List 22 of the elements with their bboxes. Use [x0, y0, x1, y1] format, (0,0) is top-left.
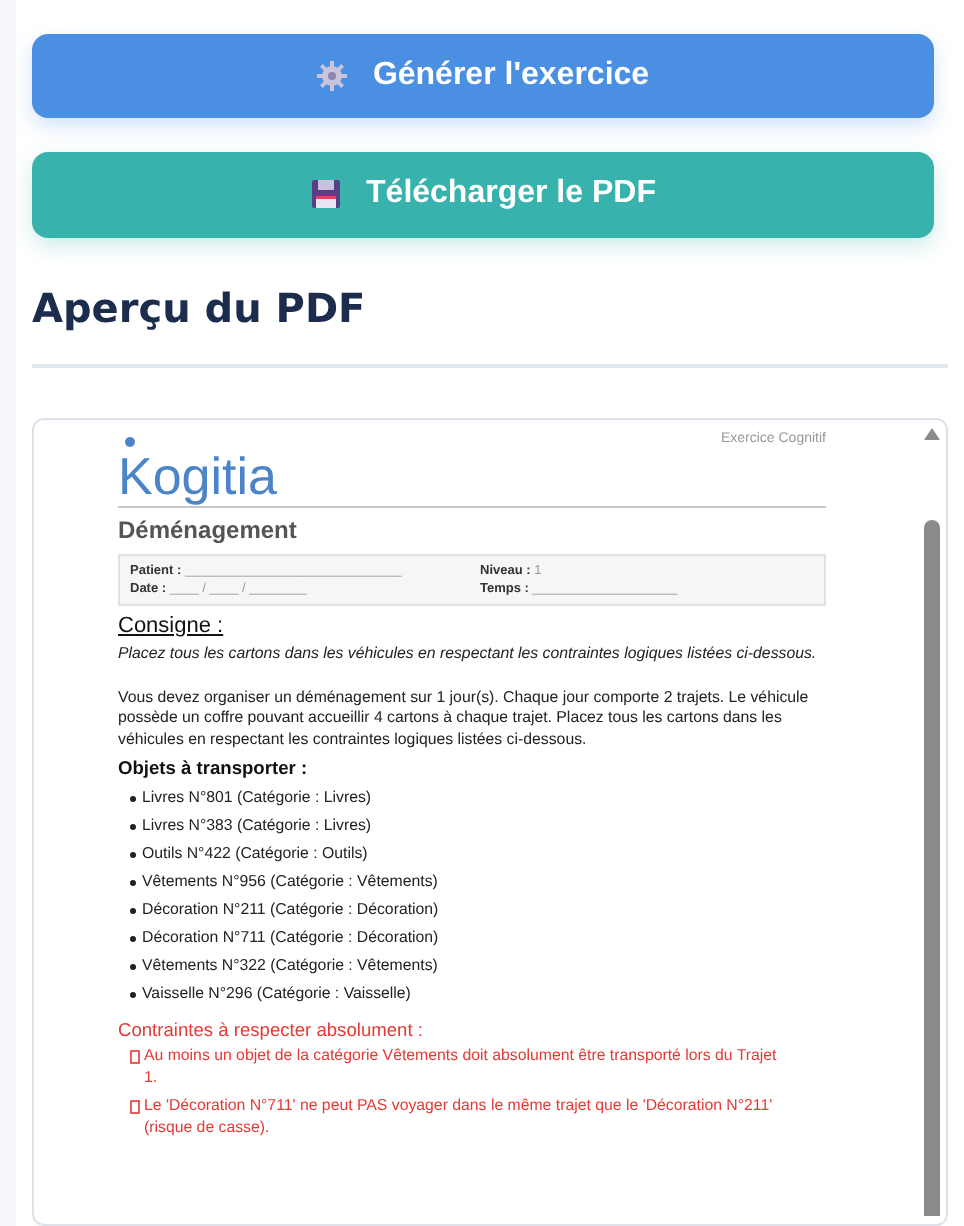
bullet-icon [130, 879, 136, 885]
objects-heading: Objets à transporter : [118, 758, 310, 778]
scroll-up-icon[interactable] [924, 427, 940, 439]
bullet-icon [130, 935, 136, 941]
exercise-title: Déménagement [118, 515, 299, 543]
section-heading: Aperçu du PDF [32, 283, 948, 367]
generate-button[interactable]: Générer l'exercice [32, 34, 934, 119]
missing-glyph-icon [130, 1100, 140, 1114]
instruction-heading: Consigne : [118, 613, 226, 637]
gear-icon [316, 60, 349, 93]
bullet-icon [130, 963, 136, 969]
bullet-icon [130, 907, 136, 913]
missing-glyph-icon [130, 1050, 140, 1064]
download-button[interactable]: Télécharger le PDF [32, 152, 934, 237]
bullet-icon [130, 991, 136, 997]
logo-dot-icon [124, 435, 136, 447]
bullet-icon [130, 823, 136, 829]
scrollbar-thumb[interactable] [924, 519, 940, 1216]
bullet-icon [130, 851, 136, 857]
constraints-heading: Contraintes à respecter absolument : [118, 1020, 425, 1040]
bullet-icon [130, 795, 136, 801]
logo: Kogitia [118, 449, 277, 501]
